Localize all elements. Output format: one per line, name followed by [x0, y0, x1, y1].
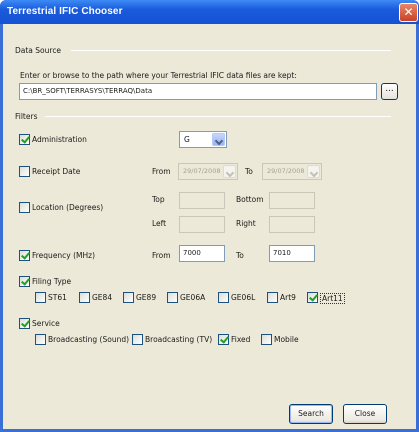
- filters-label: Filters: [15, 112, 38, 121]
- filing-type-art9-checkbox[interactable]: [267, 292, 278, 303]
- location-top-input[interactable]: [179, 192, 225, 209]
- filing-type-art9-label: Art9: [280, 293, 296, 302]
- service-label: Service: [32, 319, 60, 328]
- window-title: Terrestrial IFIC Chooser: [7, 6, 123, 17]
- title-bar[interactable]: Terrestrial IFIC Chooser ✕: [0, 0, 419, 24]
- location-right-input[interactable]: [269, 216, 315, 233]
- administration-label: Administration: [32, 135, 87, 144]
- location-top-label: Top: [152, 195, 165, 204]
- filing-type-art11-checkbox[interactable]: [307, 292, 318, 303]
- location-label: Location (Degrees): [32, 203, 104, 212]
- close-button[interactable]: Close: [343, 404, 387, 424]
- dialog-body: Data Source Enter or browse to the path …: [3, 24, 416, 429]
- receipt-date-from-picker[interactable]: 29/07/2008: [178, 163, 238, 180]
- receipt-date-to-picker[interactable]: 29/07/2008: [262, 163, 322, 180]
- receipt-date-from-label: From: [152, 167, 171, 176]
- frequency-from-label: From: [152, 251, 171, 260]
- service-mobile-checkbox[interactable]: [261, 334, 272, 345]
- filing-type-checkbox[interactable]: [19, 276, 30, 287]
- filing-type-label: Filing Type: [32, 277, 72, 286]
- service-broadcasting-tv-label: Broadcasting (TV): [145, 335, 213, 344]
- filing-type-ge06a-checkbox[interactable]: [167, 292, 178, 303]
- filing-type-ge84-label: GE84: [92, 293, 113, 302]
- service-broadcasting-sound-checkbox[interactable]: [35, 334, 46, 345]
- receipt-date-to-label: To: [245, 167, 253, 176]
- location-bottom-input[interactable]: [269, 192, 315, 209]
- service-fixed-label: Fixed: [231, 335, 251, 344]
- window-close-button[interactable]: ✕: [399, 3, 418, 22]
- filing-type-ge89-checkbox[interactable]: [123, 292, 134, 303]
- location-left-input[interactable]: [179, 216, 225, 233]
- browse-button[interactable]: ...: [381, 83, 398, 100]
- filing-type-st61-checkbox[interactable]: [35, 292, 46, 303]
- frequency-to-label: To: [236, 251, 244, 260]
- location-right-label: Right: [236, 219, 256, 228]
- filing-type-ge06a-label: GE06A: [180, 293, 206, 302]
- receipt-date-checkbox[interactable]: [19, 166, 30, 177]
- service-fixed-checkbox[interactable]: [218, 334, 229, 345]
- filing-type-ge06l-checkbox[interactable]: [218, 292, 229, 303]
- chevron-down-icon[interactable]: [307, 165, 320, 178]
- frequency-from-input[interactable]: 7000: [179, 245, 225, 262]
- filing-type-art11-label: Art11: [320, 293, 345, 304]
- chevron-down-icon[interactable]: [212, 133, 225, 146]
- data-path-input[interactable]: C:\BR_SOFT\TERRASYS\TERRAQ\Data: [19, 83, 377, 100]
- location-checkbox[interactable]: [19, 202, 30, 213]
- service-broadcasting-tv-checkbox[interactable]: [132, 334, 143, 345]
- administration-select[interactable]: G: [179, 131, 227, 148]
- frequency-checkbox[interactable]: [19, 250, 30, 261]
- administration-checkbox[interactable]: [19, 134, 30, 145]
- service-broadcasting-sound-label: Broadcasting (Sound): [48, 335, 130, 344]
- receipt-date-from-value: 29/07/2008: [183, 167, 221, 175]
- chevron-down-icon[interactable]: [223, 165, 236, 178]
- data-source-prompt: Enter or browse to the path where your T…: [20, 71, 297, 80]
- filing-type-st61-label: ST61: [48, 293, 67, 302]
- administration-select-value: G: [184, 135, 190, 144]
- frequency-label: Frequency (MHz): [32, 251, 96, 260]
- filing-type-ge06l-label: GE06L: [231, 293, 256, 302]
- location-bottom-label: Bottom: [236, 195, 264, 204]
- data-source-label: Data Source: [15, 46, 62, 55]
- service-checkbox[interactable]: [19, 318, 30, 329]
- filing-type-ge84-checkbox[interactable]: [79, 292, 90, 303]
- receipt-date-to-value: 29/07/2008: [267, 167, 305, 175]
- dialog-window: Terrestrial IFIC Chooser ✕ Data Source E…: [0, 0, 419, 432]
- filing-type-ge89-label: GE89: [136, 293, 157, 302]
- service-mobile-label: Mobile: [274, 335, 299, 344]
- receipt-date-label: Receipt Date: [32, 167, 81, 176]
- search-button[interactable]: Search: [289, 404, 333, 424]
- data-source-divider: [71, 50, 391, 51]
- frequency-to-input[interactable]: 7010: [269, 245, 315, 262]
- filters-divider: [45, 116, 391, 117]
- location-left-label: Left: [152, 219, 167, 228]
